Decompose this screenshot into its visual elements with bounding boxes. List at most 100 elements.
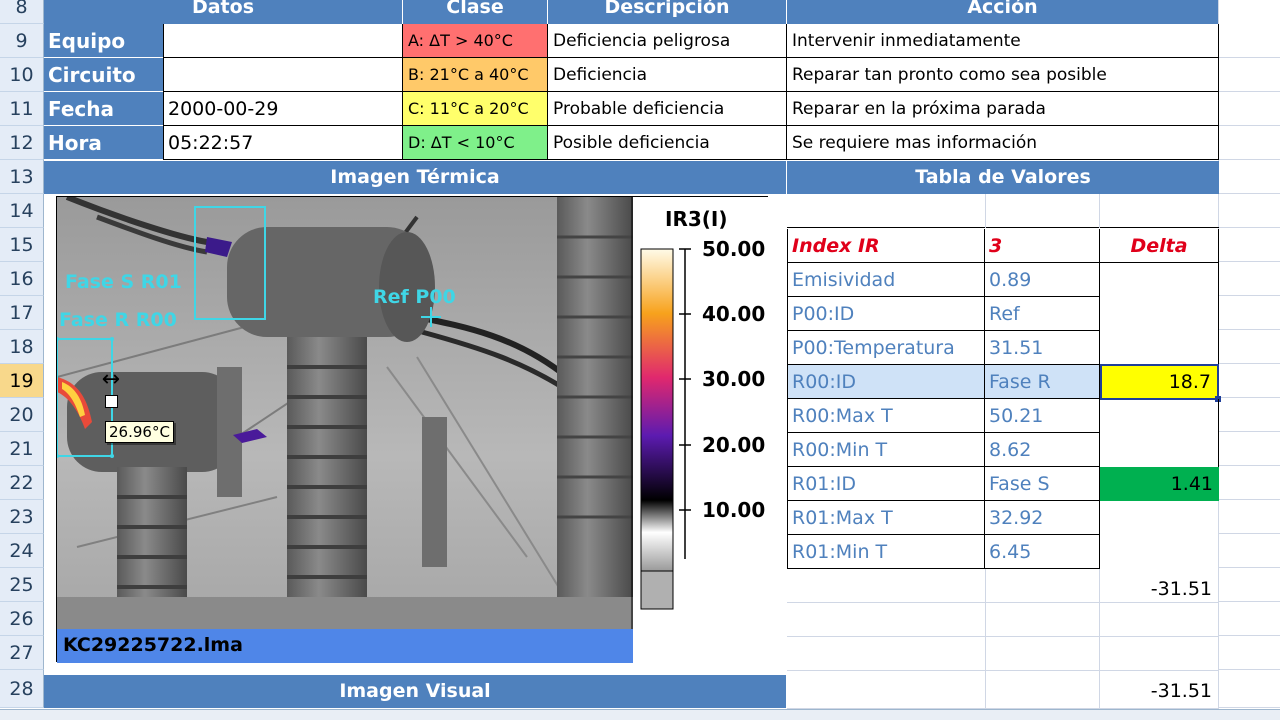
row-header[interactable]: 22 [0,466,44,500]
table-cell-value[interactable]: 0.89 [985,263,1100,297]
row-header[interactable]: 24 [0,534,44,568]
row-header[interactable]: 21 [0,432,44,466]
table-cell-name[interactable]: P00:Temperatura [787,331,985,365]
table-cell-name[interactable]: R01:Min T [787,535,985,569]
row-header[interactable]: 12 [0,126,44,160]
row-header[interactable]: 10 [0,58,44,92]
sheet-tab-bar[interactable] [0,709,1280,720]
gridline [1219,397,1280,398]
table-cell-name-selected[interactable]: R00:ID [787,365,985,399]
table-cell-delta[interactable] [1100,399,1219,433]
value-hora[interactable]: 05:22:57 [163,126,403,160]
value-equipo[interactable] [163,24,403,58]
header-imagen-termica[interactable]: Imagen Térmica [44,161,786,194]
value-circuito[interactable] [163,58,403,92]
table-cell-value-selected[interactable]: Fase R [985,365,1100,399]
scale-tick: 40.00 [702,302,766,326]
gridline [1219,465,1280,466]
table-head-index[interactable]: Index IR [787,229,985,263]
table-cell-delta[interactable] [1100,263,1219,297]
row-header[interactable]: 13 [0,160,44,194]
thermal-filename: KC29225722.lma [63,634,243,656]
row-header[interactable]: 20 [0,398,44,432]
row-header[interactable]: 28 [0,670,44,708]
gridline [1219,533,1280,534]
row-header[interactable]: 11 [0,92,44,126]
table-cell-name[interactable]: R01:ID [787,467,985,501]
row-header[interactable]: 17 [0,296,44,330]
table-head-delta[interactable]: Delta [1100,229,1219,263]
header-accion[interactable]: Acción [787,0,1218,24]
cell-row25-delta[interactable]: -31.51 [1100,572,1218,606]
row-header[interactable]: 9 [0,24,44,58]
table-cell-value[interactable]: Ref [985,297,1100,331]
gridline [1219,707,1280,708]
label-equipo[interactable]: Equipo [44,24,163,58]
table-cell-delta[interactable] [1100,331,1219,365]
table-cell-delta[interactable] [1100,297,1219,331]
roi-label-ref[interactable]: Ref P00 [373,286,456,308]
accion-b[interactable]: Reparar tan pronto como sea posible [787,58,1219,92]
label-fecha[interactable]: Fecha [44,92,163,126]
gridline [1219,601,1280,602]
row-header[interactable]: 18 [0,330,44,364]
accion-c[interactable]: Reparar en la próxima parada [787,92,1219,126]
cell-row28-delta[interactable]: -31.51 [1100,674,1218,708]
row-header[interactable]: 14 [0,194,44,228]
class-c[interactable]: C: 11°C a 20°C [403,92,548,126]
table-cell-delta[interactable] [1100,501,1219,535]
table-cell-value[interactable]: 8.62 [985,433,1100,467]
table-cell-delta[interactable] [1100,535,1219,569]
label-circuito[interactable]: Circuito [44,58,163,92]
header-datos[interactable]: Datos [44,0,402,24]
roi-label-fase-s[interactable]: Fase S R01 [65,271,182,293]
desc-c[interactable]: Probable deficiencia [548,92,787,126]
table-cell-value[interactable]: 32.92 [985,501,1100,535]
table-cell-value[interactable]: 50.21 [985,399,1100,433]
gridline [1099,194,1100,228]
thermal-image-frame[interactable]: Fase S R01 Fase R R00 Ref P00 26.96°C ↔ … [56,196,769,663]
accion-a[interactable]: Intervenir inmediatamente [787,24,1219,58]
table-cell-name[interactable]: R00:Min T [787,433,985,467]
table-cell-name[interactable]: R01:Max T [787,501,985,535]
table-cell-value[interactable]: Fase S [985,467,1100,501]
header-descripcion[interactable]: Descripción [548,0,786,24]
gridline [787,670,1218,671]
table-cell-delta-active[interactable]: 18.7 [1100,364,1219,400]
table-cell-value[interactable]: 31.51 [985,331,1100,365]
row-header[interactable]: 8 [0,0,44,24]
label-hora[interactable]: Hora [44,126,163,160]
row-header-selected[interactable]: 19 [0,364,44,398]
desc-a[interactable]: Deficiencia peligrosa [548,24,787,58]
table-cell-delta-green[interactable]: 1.41 [1100,467,1219,501]
header-tabla-valores[interactable]: Tabla de Valores [787,161,1219,194]
row-header[interactable]: 15 [0,228,44,262]
roi-label-fase-r[interactable]: Fase R R00 [59,309,177,331]
table-cell-name[interactable]: Emisividad [787,263,985,297]
class-b[interactable]: B: 21°C a 40°C [403,58,548,92]
table-cell-name[interactable]: R00:Max T [787,399,985,433]
row-header[interactable]: 26 [0,602,44,636]
header-imagen-visual[interactable]: Imagen Visual [44,675,786,708]
gridline [1219,261,1280,262]
resize-handle-icon[interactable] [105,395,118,408]
row-header[interactable]: 27 [0,636,44,670]
scale-tick: 30.00 [702,367,766,391]
class-d[interactable]: D: ΔT < 10°C [403,126,548,160]
row-headers: 8 9 10 11 12 13 14 15 16 17 18 19 20 21 … [0,0,44,720]
temperature-tooltip: 26.96°C [105,421,174,443]
accion-d[interactable]: Se requiere mas información [787,126,1219,160]
gridline [1219,499,1280,500]
row-header[interactable]: 23 [0,500,44,534]
value-fecha[interactable]: 2000-00-29 [163,92,403,126]
table-cell-name[interactable]: P00:ID [787,297,985,331]
class-a[interactable]: A: ΔT > 40°C [403,24,548,58]
desc-b[interactable]: Deficiencia [548,58,787,92]
table-cell-value[interactable]: 6.45 [985,535,1100,569]
desc-d[interactable]: Posible deficiencia [548,126,787,160]
table-head-3[interactable]: 3 [985,229,1100,263]
table-cell-delta[interactable] [1100,433,1219,467]
row-header[interactable]: 16 [0,262,44,296]
header-clase[interactable]: Clase [403,0,547,24]
row-header[interactable]: 25 [0,568,44,602]
